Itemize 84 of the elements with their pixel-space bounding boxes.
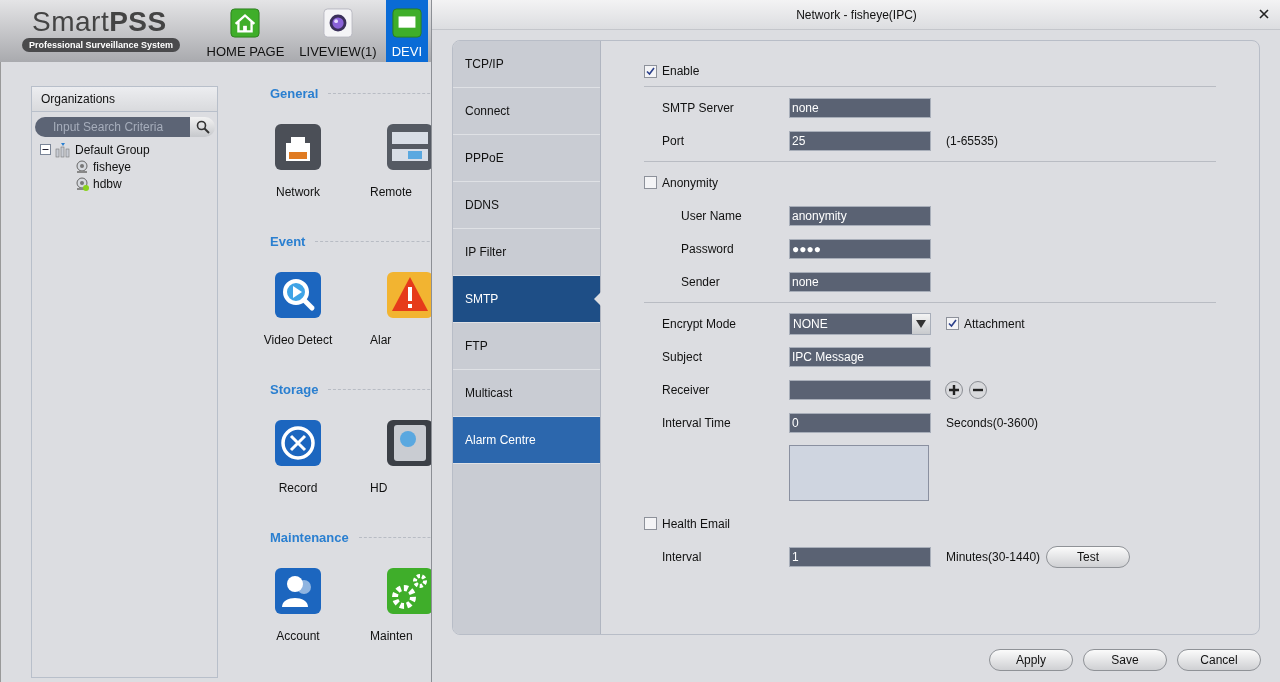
side-tab[interactable]: DDNS: [453, 182, 600, 229]
range-hint: Seconds(0-3600): [946, 415, 1039, 430]
tile-label[interactable]: Alar: [370, 333, 392, 347]
caret-icon: [916, 319, 926, 328]
camera-icon: [75, 159, 89, 174]
tile-label[interactable]: Mainten: [370, 629, 413, 643]
tile-label[interactable]: Video Detect: [263, 333, 333, 347]
gear-icon: [386, 567, 431, 615]
search-field[interactable]: Input Search Criteria: [35, 117, 190, 137]
side-tab[interactable]: TCP/IP: [453, 41, 600, 88]
text-field[interactable]: ●●●●: [789, 238, 931, 259]
tree-item[interactable]: fisheye: [93, 159, 132, 174]
field-label: Port: [661, 133, 685, 148]
checkbox[interactable]: [644, 176, 657, 189]
tree-item[interactable]: Default Group: [75, 142, 150, 157]
range-hint: (1-65535): [946, 133, 999, 148]
side-tab[interactable]: PPPoE: [453, 135, 600, 182]
text-field[interactable]: anonymity: [789, 205, 931, 226]
range-hint: Minutes(30-1440): [946, 549, 1041, 564]
section-title: Event: [270, 233, 306, 249]
tagline: Professional Surveillance System: [22, 38, 181, 52]
checkbox-label: Attachment: [964, 316, 1025, 331]
panel-title: Organizations: [32, 87, 217, 112]
dialog-button[interactable]: Save: [1083, 649, 1167, 671]
tile-label[interactable]: Record: [278, 481, 318, 495]
side-tab[interactable]: SMTP: [453, 276, 600, 323]
app-logo: SmartPSS: [31, 8, 167, 36]
nav-tab[interactable]: HOME PAGE: [200, 0, 291, 62]
field-label: Sender: [680, 274, 721, 289]
house-icon: [230, 8, 261, 38]
camera-lens-icon: [323, 8, 353, 38]
pointer-notch-icon: [594, 292, 601, 306]
checkbox[interactable]: [644, 64, 657, 78]
side-tab[interactable]: Connect: [453, 88, 600, 135]
dialog-title: Network - fisheye(IPC): [796, 7, 917, 22]
field-label: SMTP Server: [661, 100, 735, 115]
dropdown[interactable]: NONE: [789, 312, 931, 335]
field-label: Password: [680, 241, 735, 256]
camera-icon: [75, 176, 89, 191]
section-title: Storage: [270, 381, 319, 397]
text-field[interactable]: 1: [789, 546, 931, 567]
field-label: Interval: [661, 549, 703, 564]
tree-item[interactable]: hdbw: [93, 176, 122, 191]
text-field[interactable]: 0: [789, 412, 931, 433]
field-label: Encrypt Mode: [661, 316, 738, 331]
text-field[interactable]: [789, 379, 931, 400]
side-tab[interactable]: FTP: [453, 323, 600, 370]
checkbox-label: Enable: [662, 64, 700, 78]
text-field[interactable]: none: [789, 97, 931, 118]
tile-label[interactable]: Remote: [370, 185, 413, 199]
field-label: Subject: [661, 349, 704, 364]
checkbox-label: Health Email: [662, 516, 731, 531]
dialog-button[interactable]: Cancel: [1177, 649, 1261, 671]
nav-tab[interactable]: DEVI: [385, 0, 428, 62]
search-button[interactable]: [190, 117, 215, 137]
text-field[interactable]: 25: [789, 130, 931, 151]
test-button[interactable]: Test: [1046, 545, 1131, 568]
section-title: General: [270, 85, 319, 101]
collapse-icon[interactable]: [40, 144, 51, 155]
text-field[interactable]: IPC Message: [789, 346, 931, 367]
text-field[interactable]: none: [789, 271, 931, 292]
video-search-icon: [274, 271, 322, 319]
section-title: Maintenance: [270, 529, 349, 545]
dialog-button[interactable]: Apply: [989, 649, 1073, 671]
tile-label[interactable]: Account: [276, 629, 320, 643]
side-tab[interactable]: Alarm Centre: [453, 417, 600, 464]
warning-icon: [386, 271, 431, 319]
device-icon: [391, 8, 422, 38]
user-icon: [274, 567, 322, 615]
network-port-icon: [274, 123, 322, 171]
field-label: Receiver: [661, 382, 711, 397]
remove-icon[interactable]: [969, 380, 987, 399]
tile-label[interactable]: Network: [276, 185, 320, 199]
group-icon: [55, 141, 71, 158]
record-tools-icon: [274, 419, 322, 467]
close-icon[interactable]: [1259, 9, 1269, 19]
checkbox-label: Anonymity: [662, 175, 719, 190]
field-label: Interval Time: [661, 415, 732, 430]
nav-tab[interactable]: LIVEVIEW(1): [293, 0, 383, 62]
add-icon[interactable]: [945, 380, 963, 399]
field-label: User Name: [680, 208, 743, 223]
checkbox[interactable]: [644, 517, 657, 530]
tile-label[interactable]: HD: [370, 481, 388, 495]
checkbox[interactable]: [946, 317, 959, 330]
